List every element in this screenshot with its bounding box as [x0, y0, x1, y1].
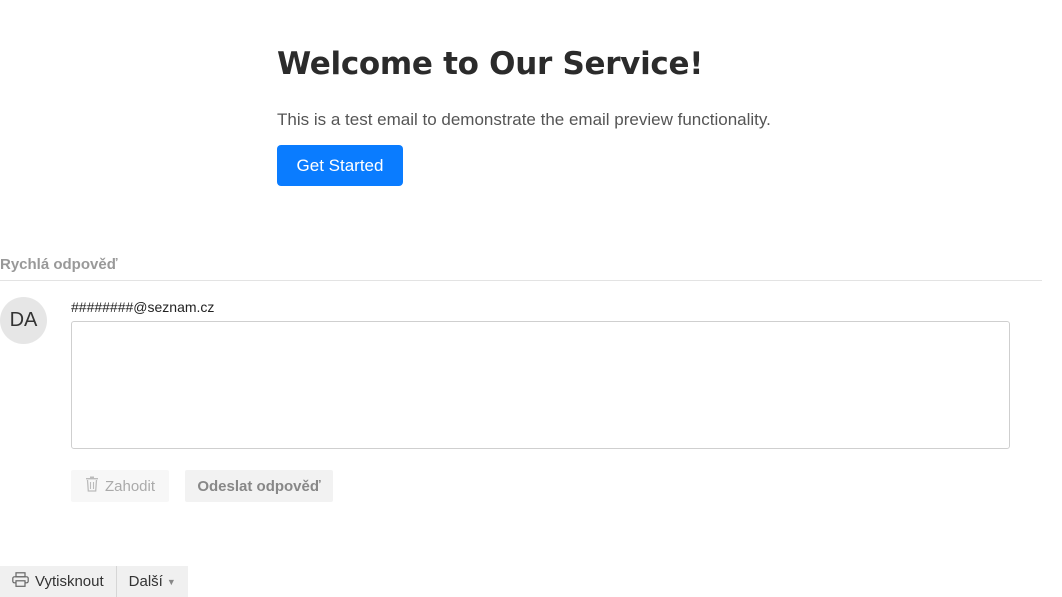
printer-icon	[12, 572, 29, 591]
print-button[interactable]: Vytisknout	[0, 566, 116, 597]
discard-label: Zahodit	[104, 477, 156, 495]
email-preview-page: Welcome to Our Service! This is a test e…	[0, 0, 1062, 597]
quick-reply-heading: Rychlá odpověď	[0, 256, 118, 273]
bottom-toolbar: Vytisknout Další ▼	[0, 566, 188, 597]
caret-down-icon: ▼	[166, 576, 176, 587]
email-text: This is a test email to demonstrate the …	[277, 110, 771, 129]
more-button[interactable]: Další ▼	[116, 566, 188, 597]
print-label: Vytisknout	[35, 573, 104, 590]
avatar: DA	[0, 297, 47, 344]
trash-icon	[85, 476, 99, 496]
reply-textarea[interactable]	[71, 321, 1010, 449]
discard-button[interactable]: Zahodit	[71, 470, 169, 502]
send-reply-button[interactable]: Odeslat odpověď	[185, 470, 333, 502]
recipient-address: ########@seznam.cz	[71, 299, 215, 315]
email-content: Welcome to Our Service! This is a test e…	[277, 44, 977, 186]
email-title: Welcome to Our Service!	[277, 46, 704, 82]
get-started-button[interactable]: Get Started	[277, 145, 403, 186]
divider	[0, 280, 1042, 281]
more-label: Další	[128, 573, 163, 590]
